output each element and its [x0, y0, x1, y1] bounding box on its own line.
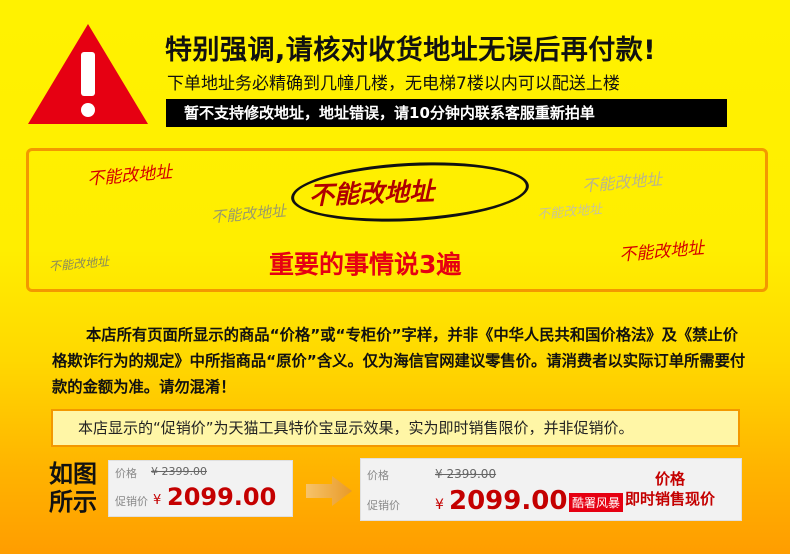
warning-triangle-icon: [28, 24, 148, 124]
currency-symbol: ¥: [153, 493, 162, 508]
stamp-text: 不能改地址: [86, 162, 173, 190]
original-price: ¥ 2399.00: [151, 465, 207, 478]
delivery-note: 下单地址务必精确到几幢几楼，无电梯7楼以内可以配送上楼: [167, 74, 620, 94]
price-card-before: 价格 ¥ 2399.00 促销价 ¥ 2099.00: [108, 460, 293, 517]
address-warning-bar: 暂不支持修改地址，地址错误，请10分钟内联系客服重新拍单: [166, 99, 727, 127]
price-label: 价格: [115, 467, 137, 480]
promo-price-label: 促销价: [367, 499, 400, 512]
price-notice: 本店所有页面所显示的商品“价格”或“专柜价”字样，并非《中华人民共和国价格法》及…: [52, 326, 746, 396]
current-price: 2099.00: [167, 483, 277, 511]
realtime-price-label: 价格 即时销售现价: [625, 469, 715, 509]
current-price: 2099.00: [449, 486, 568, 516]
important-text: 重要的事情说3遍: [269, 250, 462, 279]
example-label-line2: 所示: [49, 488, 97, 516]
page: 特别强调,请核对收货地址无误后再付款! 下单地址务必精确到几幢几楼，无电梯7楼以…: [0, 0, 790, 554]
price-card-after: 价格 ¥ 2399.00 促销价 ¥ 2099.00 酷署风暴 价格 即时销售现…: [360, 458, 742, 521]
arrow-right-icon: [306, 476, 352, 506]
stamp-text: 不能改地址: [48, 254, 110, 274]
page-headline: 特别强调,请核对收货地址无误后再付款!: [165, 35, 657, 66]
promo-tag: 酷署风暴: [569, 493, 624, 512]
example-label: 如图 所示: [49, 460, 97, 516]
stamp-main: 不能改地址: [308, 176, 435, 211]
stamp-text: 不能改地址: [618, 238, 705, 266]
promo-notice: 本店显示的“促销价”为天猫工具特价宝显示效果，实为即时销售限价，并非促销价。: [51, 409, 740, 447]
realtime-price-line2: 即时销售现价: [625, 490, 716, 508]
stamp-text: 不能改地址: [210, 201, 287, 227]
price-label: 价格: [367, 469, 389, 482]
example-label-line1: 如图: [49, 460, 97, 488]
address-stamp-box: 不能改地址 不能改地址 不能改地址 不能改地址 不能改地址 不能改地址 不能改地…: [26, 148, 768, 292]
promo-price-label: 促销价: [115, 495, 148, 508]
stamp-text: 不能改地址: [581, 169, 663, 196]
stamp-text: 不能改地址: [536, 202, 603, 223]
currency-symbol: ¥: [435, 497, 444, 513]
original-price: ¥ 2399.00: [435, 467, 497, 481]
realtime-price-line1: 价格: [655, 470, 686, 488]
